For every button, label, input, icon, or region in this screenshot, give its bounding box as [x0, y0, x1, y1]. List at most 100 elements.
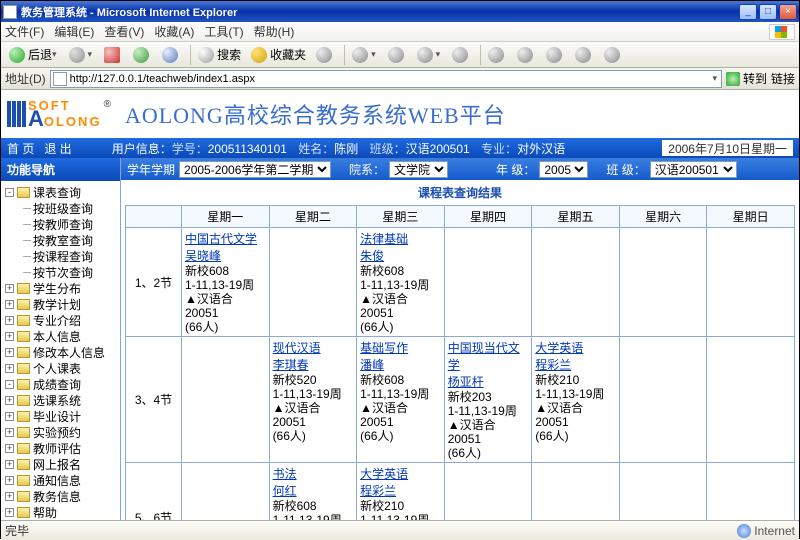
collapse-icon[interactable]: - — [5, 188, 14, 197]
tree-node[interactable]: +教学计划 — [1, 296, 120, 312]
tree-node[interactable]: +网上报名 — [1, 456, 120, 472]
course-link[interactable]: 基础写作 — [360, 339, 441, 356]
expand-icon[interactable]: + — [5, 492, 14, 501]
teacher-link[interactable]: 潘峰 — [360, 356, 441, 373]
date-display: 2006年7月10日星期一 — [662, 140, 793, 156]
schedule-cell — [444, 463, 532, 521]
filter-grade-select[interactable]: 2005 — [539, 161, 588, 178]
collapse-icon[interactable]: - — [5, 380, 14, 389]
close-button[interactable]: × — [779, 4, 797, 20]
teacher-link[interactable]: 吴晓峰 — [185, 247, 266, 264]
count-text: (66人) — [360, 320, 441, 334]
menu-favorites[interactable]: 收藏(A) — [154, 23, 194, 40]
expand-icon[interactable]: + — [5, 364, 14, 373]
course-link[interactable]: 现代汉语 — [273, 339, 354, 356]
menu-tools[interactable]: 工具(T) — [204, 23, 243, 40]
expand-icon[interactable]: + — [5, 460, 14, 469]
mail-button[interactable]: ▾ — [348, 44, 382, 66]
menu-file[interactable]: 文件(F) — [5, 23, 44, 40]
nav-home[interactable]: 首 页 — [7, 140, 34, 157]
ext-button-4[interactable] — [571, 44, 598, 66]
expand-icon[interactable]: + — [5, 316, 14, 325]
tree-child[interactable]: 按节次查询 — [1, 264, 120, 280]
tree-node[interactable]: +教师评估 — [1, 440, 120, 456]
discuss-button[interactable] — [448, 44, 475, 66]
tree-node[interactable]: +毕业设计 — [1, 408, 120, 424]
tree-node[interactable]: +修改本人信息 — [1, 344, 120, 360]
course-link[interactable]: 中国古代文学 — [185, 230, 266, 247]
favorites-button[interactable]: 收藏夹 — [247, 44, 310, 66]
back-icon — [9, 47, 25, 63]
tree-node[interactable]: +通知信息 — [1, 472, 120, 488]
expand-icon[interactable]: + — [5, 348, 14, 357]
search-button[interactable]: 搜索 — [194, 44, 245, 66]
teacher-link[interactable]: 李琪春 — [273, 356, 354, 373]
expand-icon[interactable]: + — [5, 444, 14, 453]
expand-icon[interactable]: + — [5, 412, 14, 421]
tree-node[interactable]: -成绩查询 — [1, 376, 120, 392]
teacher-link[interactable]: 杨亚杆 — [448, 373, 529, 390]
teacher-link[interactable]: 朱俊 — [360, 247, 441, 264]
class-text: ▲汉语合20051 — [360, 292, 441, 320]
schedule-scroll[interactable]: 星期一星期二星期三星期四星期五星期六星期日1、2节中国古代文学吴晓峰新校6081… — [121, 205, 799, 520]
filter-class-select[interactable]: 汉语200501 — [650, 161, 737, 178]
tree-node[interactable]: +帮助 — [1, 504, 120, 520]
go-button[interactable]: 转到 — [726, 70, 767, 87]
teacher-link[interactable]: 程彩兰 — [535, 356, 616, 373]
tree-child[interactable]: 按课程查询 — [1, 248, 120, 264]
filter-dept-select[interactable]: 文学院 — [389, 161, 448, 178]
teacher-link[interactable]: 何红 — [273, 482, 354, 499]
tree-node[interactable]: +选课系统 — [1, 392, 120, 408]
tree-node[interactable]: +本人信息 — [1, 328, 120, 344]
tree-node[interactable]: +实验预约 — [1, 424, 120, 440]
expand-icon[interactable]: + — [5, 428, 14, 437]
expand-icon[interactable]: + — [5, 476, 14, 485]
room-text: 新校608 — [360, 373, 441, 387]
url-input[interactable] — [70, 72, 713, 86]
home-button[interactable] — [158, 44, 185, 66]
links-button[interactable]: 链接 — [771, 70, 795, 87]
course-link[interactable]: 法律基础 — [360, 230, 441, 247]
ext-button-3[interactable] — [542, 44, 569, 66]
expand-icon[interactable]: + — [5, 332, 14, 341]
teacher-link[interactable]: 程彩兰 — [360, 482, 441, 499]
tree-node[interactable]: +个人课表 — [1, 360, 120, 376]
menu-view[interactable]: 查看(V) — [104, 23, 144, 40]
tree-child[interactable]: 按班级查询 — [1, 200, 120, 216]
tree-node[interactable]: -课表查询 — [1, 184, 120, 200]
chevron-down-icon[interactable]: ▾ — [712, 73, 717, 84]
ext-button-2[interactable] — [513, 44, 540, 66]
expand-icon[interactable]: + — [5, 284, 14, 293]
print-button[interactable] — [384, 44, 411, 66]
filter-term-select[interactable]: 2005-2006学年第二学期 — [179, 161, 331, 178]
tree-child[interactable]: 按教室查询 — [1, 232, 120, 248]
tree-node[interactable]: +专业介绍 — [1, 312, 120, 328]
minimize-button[interactable]: _ — [739, 4, 757, 20]
history-button[interactable] — [312, 44, 339, 66]
course-link[interactable]: 大学英语 — [535, 339, 616, 356]
menu-help[interactable]: 帮助(H) — [254, 23, 295, 40]
course-cell: 基础写作潘峰新校6081-11,13-19周▲汉语合20051(66人) — [360, 339, 441, 443]
nav-logout[interactable]: 退 出 — [44, 140, 71, 157]
tree-node[interactable]: +学生分布 — [1, 280, 120, 296]
tree-node[interactable]: +教务信息 — [1, 488, 120, 504]
expand-icon[interactable]: + — [5, 396, 14, 405]
menu-edit[interactable]: 编辑(E) — [54, 23, 94, 40]
url-box[interactable]: ▾ — [50, 70, 722, 88]
ext-button-1[interactable] — [484, 44, 511, 66]
stop-button[interactable] — [100, 44, 127, 66]
tree-label: 按教师查询 — [33, 216, 93, 233]
maximize-button[interactable]: □ — [759, 4, 777, 20]
ext-button-5[interactable] — [600, 44, 627, 66]
forward-button[interactable]: ▾ — [65, 44, 99, 66]
course-link[interactable]: 大学英语 — [360, 465, 441, 482]
expand-icon[interactable]: + — [5, 300, 14, 309]
tree-child[interactable]: 按教师查询 — [1, 216, 120, 232]
expand-icon[interactable]: + — [5, 508, 14, 517]
back-button[interactable]: 后退▾ — [5, 44, 63, 66]
course-link[interactable]: 中国现当代文学 — [448, 339, 529, 373]
edit-button[interactable]: ▾ — [413, 44, 447, 66]
schedule-cell: 中国现当代文学杨亚杆新校2031-11,13-19周▲汉语合20051(66人) — [444, 337, 532, 463]
course-link[interactable]: 书法 — [273, 465, 354, 482]
refresh-button[interactable] — [129, 44, 156, 66]
